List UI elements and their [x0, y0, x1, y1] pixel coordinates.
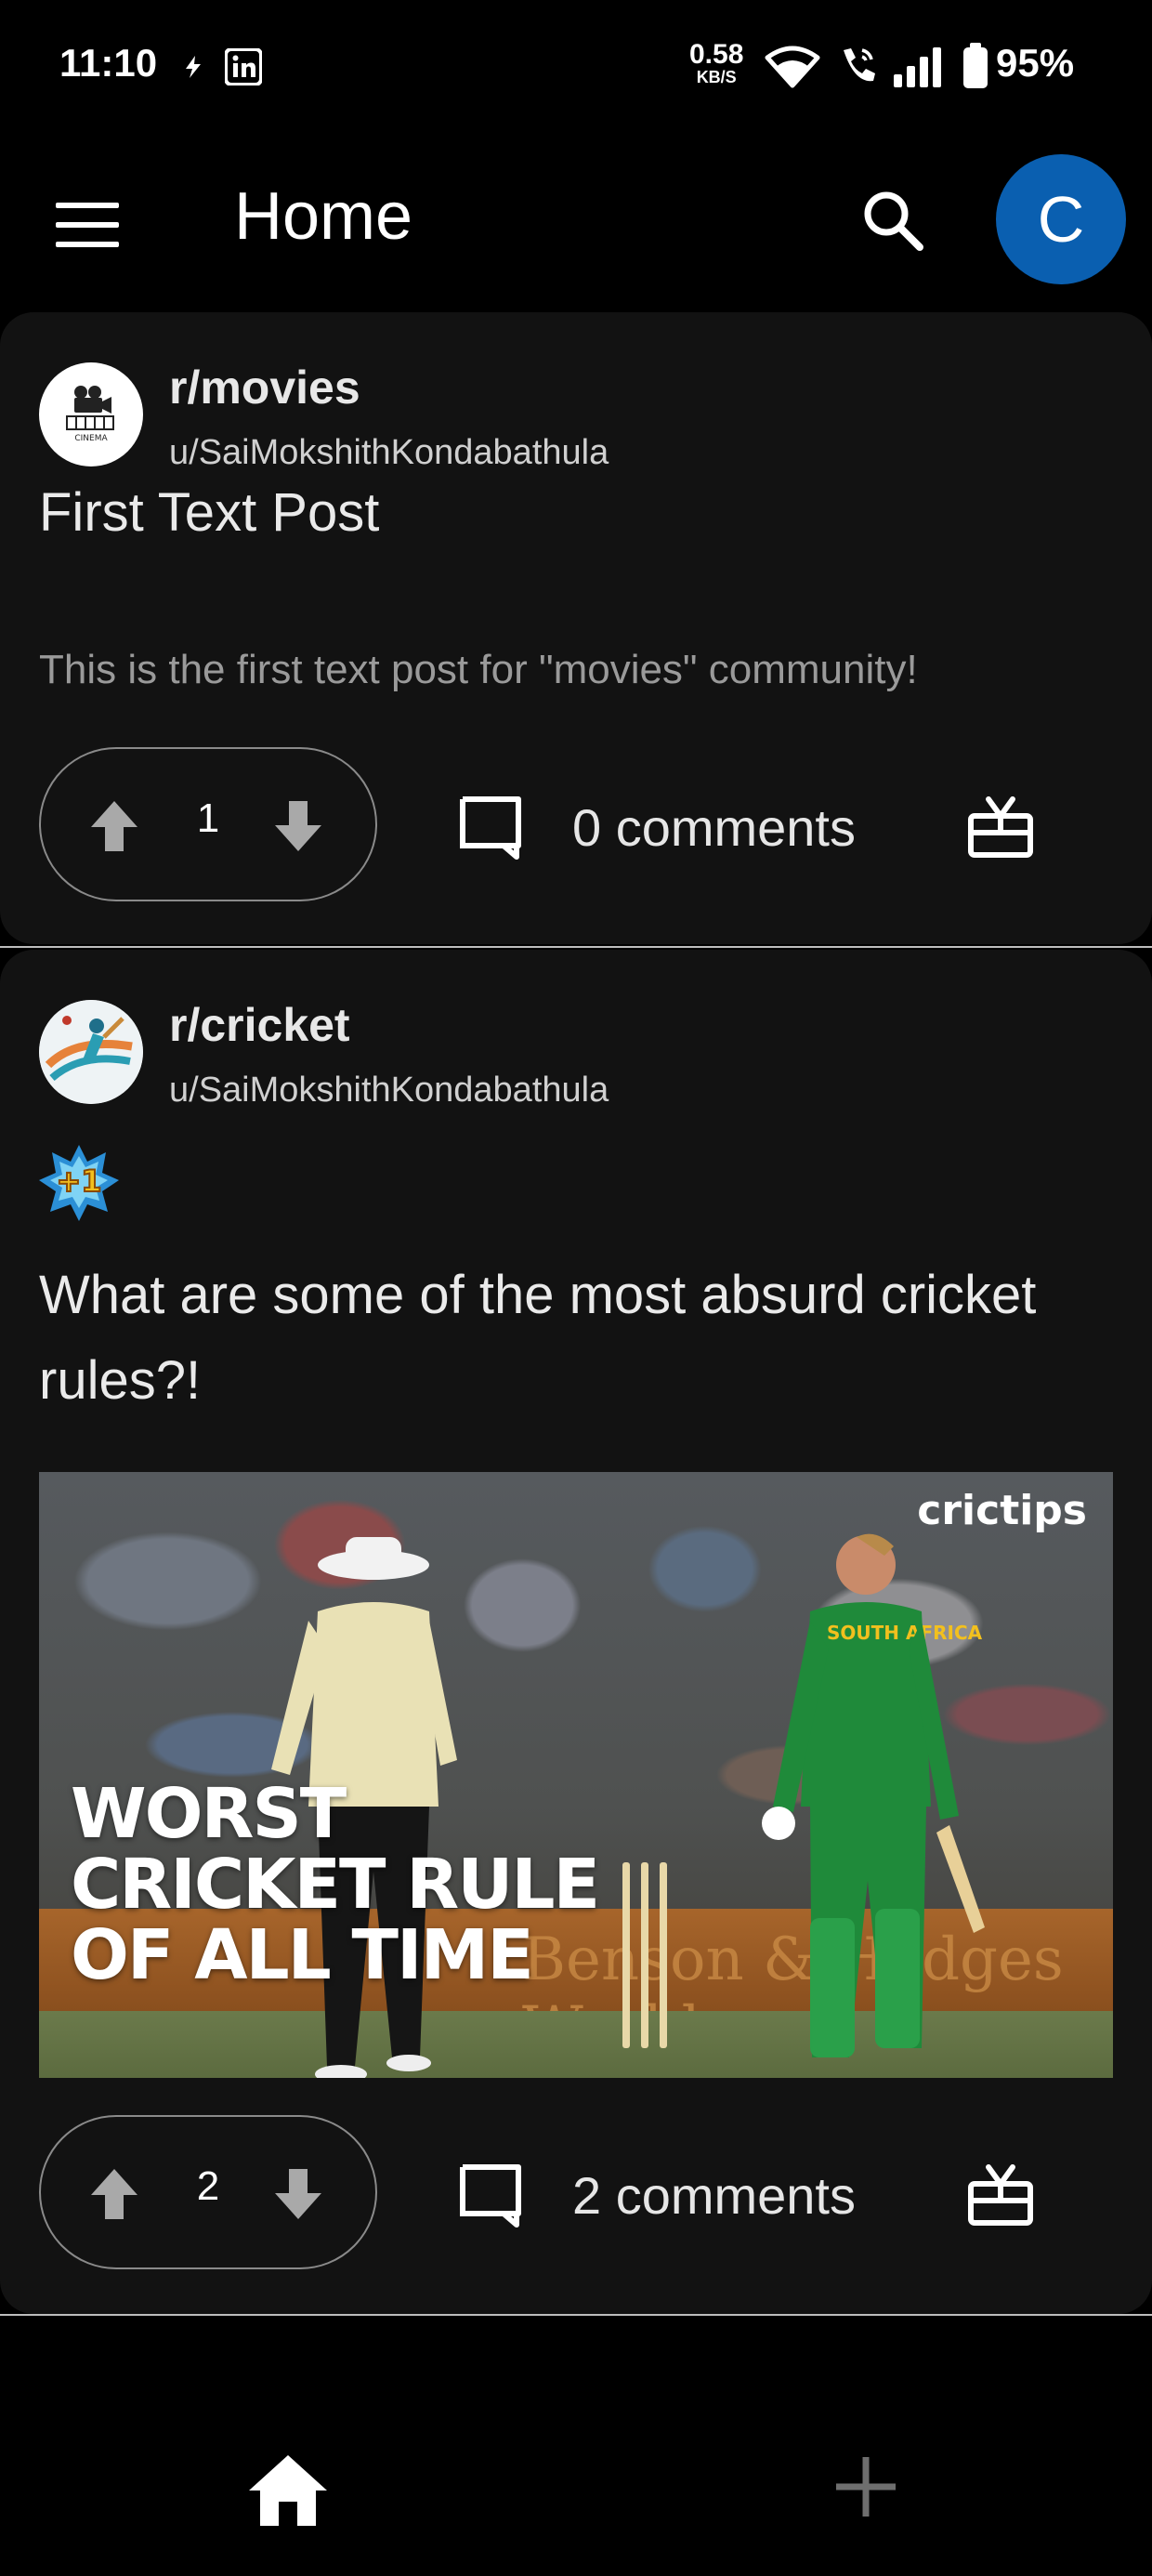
linkedin-icon [225, 48, 262, 85]
community-avatar-movies[interactable]: CINEMA [39, 362, 143, 467]
post-card-movies[interactable]: CINEMA r/movies u/SaiMokshithKondabathul… [0, 312, 1152, 944]
vote-control: 2 [39, 2115, 377, 2269]
post-card-cricket[interactable]: r/cricket u/SaiMokshithKondabathula +1 W… [0, 950, 1152, 2314]
image-brand: crictips [917, 1487, 1087, 1534]
menu-icon[interactable] [56, 203, 119, 247]
comments-count: 2 comments [572, 2165, 856, 2225]
battery-percent: 95% [996, 41, 1075, 85]
search-icon[interactable] [858, 186, 929, 256]
bottom-navigation [0, 2318, 1152, 2576]
arrow-up-icon[interactable] [89, 2167, 139, 2221]
wifi-icon [765, 46, 820, 88]
user-avatar[interactable]: C [996, 154, 1126, 284]
svg-text:CINEMA: CINEMA [74, 434, 108, 443]
community-name[interactable]: r/movies [169, 361, 360, 414]
vote-count: 2 [196, 2163, 220, 2209]
speed-value: 0.58 [689, 39, 744, 70]
post-divider [0, 2314, 1152, 2316]
status-time: 11:10 [59, 41, 158, 85]
community-avatar-cricket[interactable] [39, 1000, 143, 1104]
network-speed: 0.58 KB/S [689, 39, 744, 86]
arrow-up-icon[interactable] [89, 799, 139, 853]
status-bar: 11:10 0.58 KB/S 95% [0, 0, 1152, 139]
plus-icon[interactable] [832, 2453, 899, 2520]
post-divider [0, 946, 1152, 948]
community-name[interactable]: r/cricket [169, 998, 350, 1052]
image-overlay-text: WORST CRICKET RULE OF ALL TIME [71, 1774, 600, 1995]
charging-bolt-icon [186, 56, 201, 78]
home-screen: 11:10 0.58 KB/S 95% Home C CINEMA r/movi… [0, 0, 1152, 2576]
svg-text:+1: +1 [56, 1163, 101, 1199]
post-author[interactable]: u/SaiMokshithKondabathula [169, 1071, 609, 1111]
plus-one-badge-icon: +1 [39, 1145, 119, 1221]
post-title[interactable]: First Text Post [39, 470, 1098, 556]
post-title[interactable]: What are some of the most absurd cricket… [39, 1253, 1098, 1424]
wifi-calling-icon [844, 48, 875, 82]
comments-count: 0 comments [572, 797, 856, 857]
page-title: Home [234, 179, 413, 254]
comment-icon [460, 2164, 521, 2228]
app-bar: Home C [0, 139, 1152, 307]
svg-text:SOUTH AFRICA: SOUTH AFRICA [827, 1622, 983, 1644]
comments-button[interactable]: 2 comments [457, 2158, 856, 2232]
arrow-down-icon[interactable] [273, 799, 323, 853]
comments-button[interactable]: 0 comments [457, 790, 856, 864]
battery-icon [963, 43, 988, 88]
vote-count: 1 [196, 795, 220, 841]
batsman-figure: SOUTH AFRICA [762, 1533, 985, 2057]
stumps [617, 1862, 673, 2048]
film-camera-icon: CINEMA [66, 386, 114, 443]
post-image[interactable]: Benson & Hedges World SOUTH AFRICA [39, 1472, 1113, 2078]
post-body: This is the first text post for "movies"… [39, 647, 918, 692]
comment-icon [460, 796, 521, 860]
home-icon[interactable] [247, 2453, 329, 2528]
gift-icon[interactable] [966, 2160, 1035, 2228]
post-author[interactable]: u/SaiMokshithKondabathula [169, 433, 609, 473]
signal-icon [894, 47, 941, 87]
vote-control: 1 [39, 747, 377, 901]
arrow-down-icon[interactable] [273, 2167, 323, 2221]
speed-unit: KB/S [696, 68, 737, 86]
gift-icon[interactable] [966, 792, 1035, 861]
cricket-logo-icon [39, 1000, 143, 1104]
